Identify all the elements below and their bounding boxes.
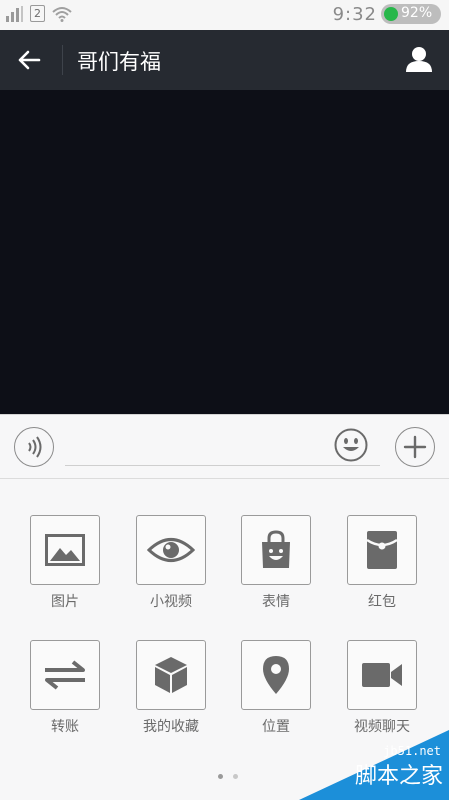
page-dot-2[interactable] — [233, 774, 238, 779]
panel-item-favorites[interactable]: 我的收藏 — [135, 640, 207, 736]
panel-item-box — [30, 515, 100, 585]
person-icon — [406, 47, 432, 72]
back-arrow-icon — [18, 50, 41, 70]
panel-item-label: 我的收藏 — [143, 719, 199, 735]
signal-icon — [6, 5, 23, 22]
eye-icon — [147, 538, 195, 562]
panel-item-label: 转账 — [51, 719, 79, 735]
chat-title: 哥们有福 — [77, 50, 161, 74]
sticker-bag-icon — [262, 530, 290, 568]
back-button[interactable] — [13, 44, 45, 76]
panel-item-box — [347, 515, 417, 585]
status-right: 9:32 92% — [333, 3, 443, 25]
status-left: 2 — [6, 5, 73, 22]
red-packet-icon — [366, 531, 398, 569]
wifi-icon — [52, 6, 72, 22]
cube-icon — [155, 657, 187, 693]
panel-item-box — [30, 640, 100, 710]
title-divider — [62, 45, 63, 75]
panel-item-image[interactable]: 图片 — [29, 515, 101, 611]
more-functions-button[interactable] — [395, 427, 435, 467]
message-input[interactable] — [65, 465, 380, 466]
panel-item-label: 图片 — [51, 594, 79, 610]
panel-item-label: 表情 — [262, 594, 290, 610]
voice-input-button[interactable] — [14, 427, 54, 467]
emoji-button[interactable] — [333, 427, 369, 463]
battery-dot-icon — [384, 7, 398, 21]
panel-item-box — [241, 640, 311, 710]
watermark-url: jb51.net — [383, 744, 441, 758]
panel-item-box — [136, 515, 206, 585]
panel-item-transfer[interactable]: 转账 — [29, 640, 101, 736]
video-camera-icon — [362, 663, 402, 687]
location-pin-icon — [263, 656, 289, 694]
transfer-icon — [45, 660, 85, 690]
panel-item-label: 小视频 — [150, 594, 192, 610]
chat-info-button[interactable] — [403, 43, 435, 75]
panel-item-short-video[interactable]: 小视频 — [135, 515, 207, 611]
panel-item-sticker[interactable]: 表情 — [240, 515, 312, 611]
battery-indicator: 92% — [381, 3, 443, 25]
sim-slot-badge: 2 — [30, 5, 45, 22]
panel-item-label: 红包 — [368, 594, 396, 610]
title-bar: 哥们有福 — [0, 30, 449, 90]
chat-message-area[interactable] — [0, 90, 449, 414]
panel-item-box — [136, 640, 206, 710]
status-time: 9:32 — [332, 3, 377, 25]
status-bar: 2 9:32 92% — [0, 0, 449, 30]
input-bar — [0, 414, 449, 479]
panel-item-box — [347, 640, 417, 710]
image-icon — [45, 534, 85, 566]
page-indicator — [218, 774, 238, 779]
panel-item-box — [241, 515, 311, 585]
smiley-icon — [334, 428, 368, 462]
site-watermark: jb51.net 脚本之家 — [289, 720, 449, 800]
watermark-name: 脚本之家 — [354, 764, 443, 789]
voice-icon — [28, 436, 42, 458]
panel-item-red-packet[interactable]: 红包 — [346, 515, 418, 611]
page-dot-1[interactable] — [218, 774, 223, 779]
plus-icon — [403, 435, 427, 459]
battery-percent: 92% — [401, 5, 433, 21]
